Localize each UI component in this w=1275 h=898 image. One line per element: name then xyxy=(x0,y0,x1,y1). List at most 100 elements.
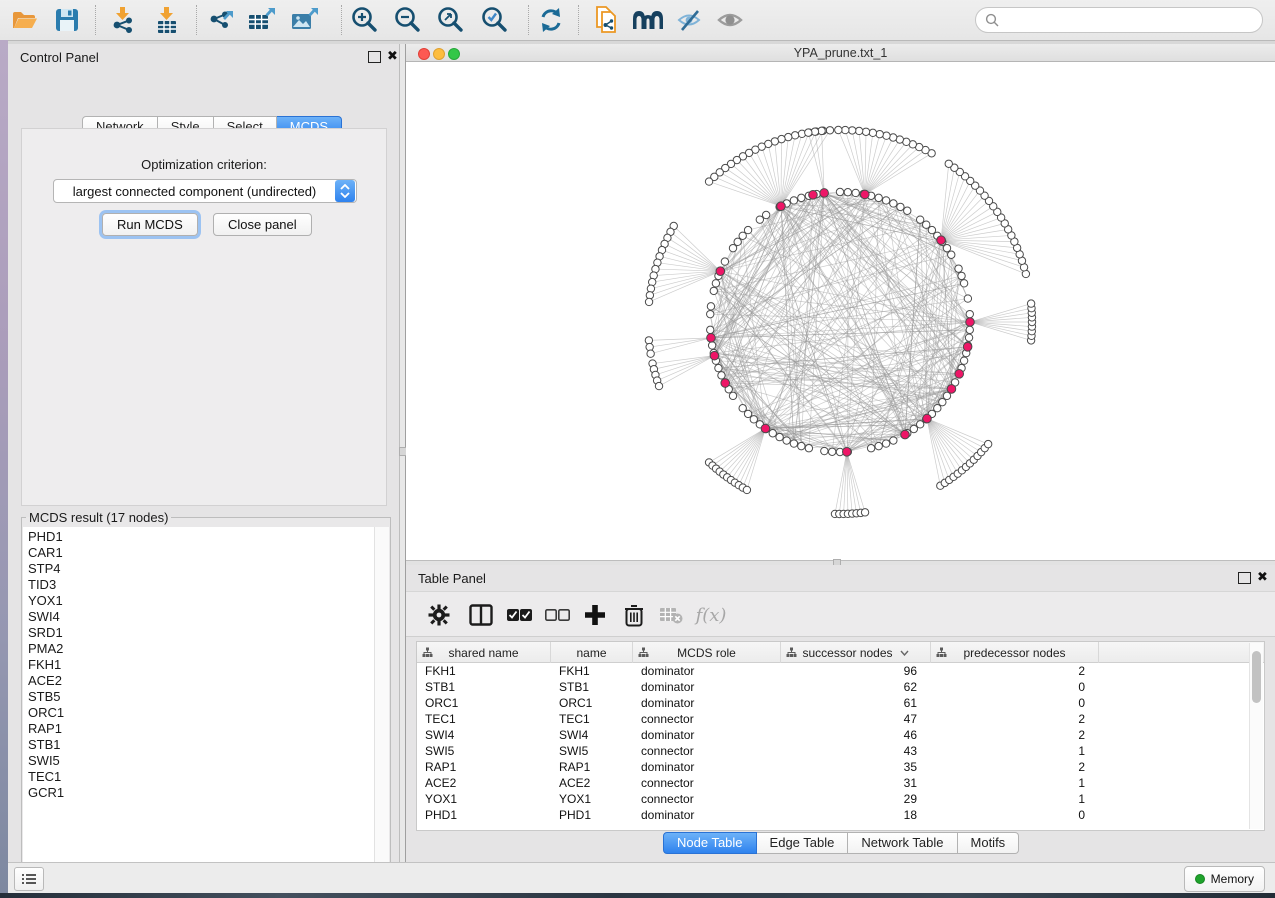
graph-node[interactable] xyxy=(790,197,797,204)
graph-hub-node[interactable] xyxy=(721,379,730,388)
refresh-button[interactable] xyxy=(532,4,570,36)
graph-leaf-node[interactable] xyxy=(883,132,890,139)
task-history-button[interactable] xyxy=(14,867,44,891)
table-row[interactable]: RAP1RAP1dominator352 xyxy=(417,759,1264,775)
graph-node[interactable] xyxy=(844,189,851,196)
graph-leaf-node[interactable] xyxy=(842,126,849,133)
export-image-button[interactable] xyxy=(286,4,324,36)
function-builder-button[interactable]: f(x) xyxy=(694,599,728,631)
graph-node[interactable] xyxy=(923,221,930,228)
graph-node[interactable] xyxy=(948,251,955,258)
table-row[interactable]: PHD1PHD1dominator180 xyxy=(417,807,1264,823)
graph-node[interactable] xyxy=(890,200,897,207)
zoom-selected-button[interactable] xyxy=(475,4,513,36)
graph-hub-node[interactable] xyxy=(777,202,786,211)
split-columns-button[interactable] xyxy=(464,599,498,631)
table-row[interactable]: ORC1ORC1dominator610 xyxy=(417,695,1264,711)
close-panel-icon[interactable]: ✖ xyxy=(387,49,398,63)
graph-node[interactable] xyxy=(776,433,783,440)
graph-node[interactable] xyxy=(708,342,715,349)
graph-node[interactable] xyxy=(707,303,714,310)
graph-leaf-node[interactable] xyxy=(655,382,662,389)
graph-node[interactable] xyxy=(762,211,769,218)
table-row[interactable]: FKH1FKH1dominator962 xyxy=(417,663,1264,679)
graph-leaf-node[interactable] xyxy=(826,127,833,134)
graph-node[interactable] xyxy=(882,440,889,447)
optimization-criterion-select[interactable]: largest connected component (undirected) xyxy=(53,179,357,203)
table-row[interactable]: SWI5SWI5connector431 xyxy=(417,743,1264,759)
graph-node[interactable] xyxy=(821,447,828,454)
hide-selected-button[interactable] xyxy=(672,4,710,36)
graph-hub-node[interactable] xyxy=(861,190,870,199)
add-column-button[interactable] xyxy=(578,599,612,631)
graph-node[interactable] xyxy=(867,445,874,452)
graph-node[interactable] xyxy=(875,194,882,201)
export-table-button[interactable] xyxy=(243,4,281,36)
graph-node[interactable] xyxy=(890,437,897,444)
column-header-shared-name[interactable]: shared name xyxy=(417,642,551,663)
graph-leaf-node[interactable] xyxy=(705,178,712,185)
import-network-button[interactable] xyxy=(104,4,142,36)
graph-node[interactable] xyxy=(852,189,859,196)
graph-node[interactable] xyxy=(739,232,746,239)
graph-leaf-node[interactable] xyxy=(645,298,652,305)
graph-node[interactable] xyxy=(875,442,882,449)
graph-node[interactable] xyxy=(964,295,971,302)
select-all-button[interactable] xyxy=(502,599,536,631)
gear-button[interactable] xyxy=(422,599,456,631)
graph-hub-node[interactable] xyxy=(937,236,946,245)
graph-leaf-node[interactable] xyxy=(1027,300,1034,307)
graph-node[interactable] xyxy=(904,207,911,214)
graph-hub-node[interactable] xyxy=(707,334,716,343)
zoom-out-button[interactable] xyxy=(388,4,426,36)
graph-node[interactable] xyxy=(916,421,923,428)
first-neighbors-button[interactable] xyxy=(630,4,668,36)
graph-leaf-node[interactable] xyxy=(876,130,883,137)
graph-node[interactable] xyxy=(916,216,923,223)
graph-leaf-node[interactable] xyxy=(945,160,952,167)
graph-hub-node[interactable] xyxy=(716,267,725,276)
graph-hub-node[interactable] xyxy=(955,370,964,379)
graph-node[interactable] xyxy=(750,416,757,423)
graph-hub-node[interactable] xyxy=(966,318,975,327)
graph-node[interactable] xyxy=(729,392,736,399)
table-scrollbar-thumb[interactable] xyxy=(1252,651,1261,703)
graph-node[interactable] xyxy=(965,334,972,341)
graph-leaf-node[interactable] xyxy=(785,133,792,140)
zoom-fit-button[interactable] xyxy=(431,4,469,36)
graph-node[interactable] xyxy=(710,287,717,294)
graph-node[interactable] xyxy=(707,326,714,333)
column-header-successor-nodes[interactable]: successor nodes xyxy=(781,642,931,663)
graph-hub-node[interactable] xyxy=(923,414,932,423)
graph-node[interactable] xyxy=(805,445,812,452)
open-file-button[interactable] xyxy=(6,4,44,36)
graph-leaf-node[interactable] xyxy=(848,127,855,134)
graph-node[interactable] xyxy=(897,203,904,210)
graph-hub-node[interactable] xyxy=(843,448,852,457)
graph-node[interactable] xyxy=(715,364,722,371)
save-session-button[interactable] xyxy=(48,4,86,36)
graph-node[interactable] xyxy=(943,244,950,251)
close-panel-icon[interactable]: ✖ xyxy=(1257,570,1268,584)
graph-hub-node[interactable] xyxy=(710,351,719,360)
table-row[interactable]: SWI4SWI4dominator462 xyxy=(417,727,1264,743)
graph-node[interactable] xyxy=(769,430,776,437)
graph-hub-node[interactable] xyxy=(761,424,770,433)
table-row[interactable]: ACE2ACE2connector311 xyxy=(417,775,1264,791)
float-panel-icon[interactable] xyxy=(368,51,381,63)
delete-button[interactable] xyxy=(617,599,651,631)
deselect-all-button[interactable] xyxy=(540,599,574,631)
graph-hub-node[interactable] xyxy=(809,191,818,200)
delete-table-button[interactable] xyxy=(654,599,688,631)
export-network-button[interactable] xyxy=(203,4,241,36)
graph-node[interactable] xyxy=(836,188,843,195)
import-table-button[interactable] xyxy=(148,4,186,36)
zoom-in-button[interactable] xyxy=(345,4,383,36)
graph-leaf-node[interactable] xyxy=(861,509,868,516)
table-row[interactable]: STB1STB1dominator620 xyxy=(417,679,1264,695)
graph-node[interactable] xyxy=(966,310,973,317)
memory-button[interactable]: Memory xyxy=(1184,866,1265,892)
graph-node[interactable] xyxy=(960,357,967,364)
graph-node[interactable] xyxy=(934,405,941,412)
table-row[interactable]: TEC1TEC1connector472 xyxy=(417,711,1264,727)
